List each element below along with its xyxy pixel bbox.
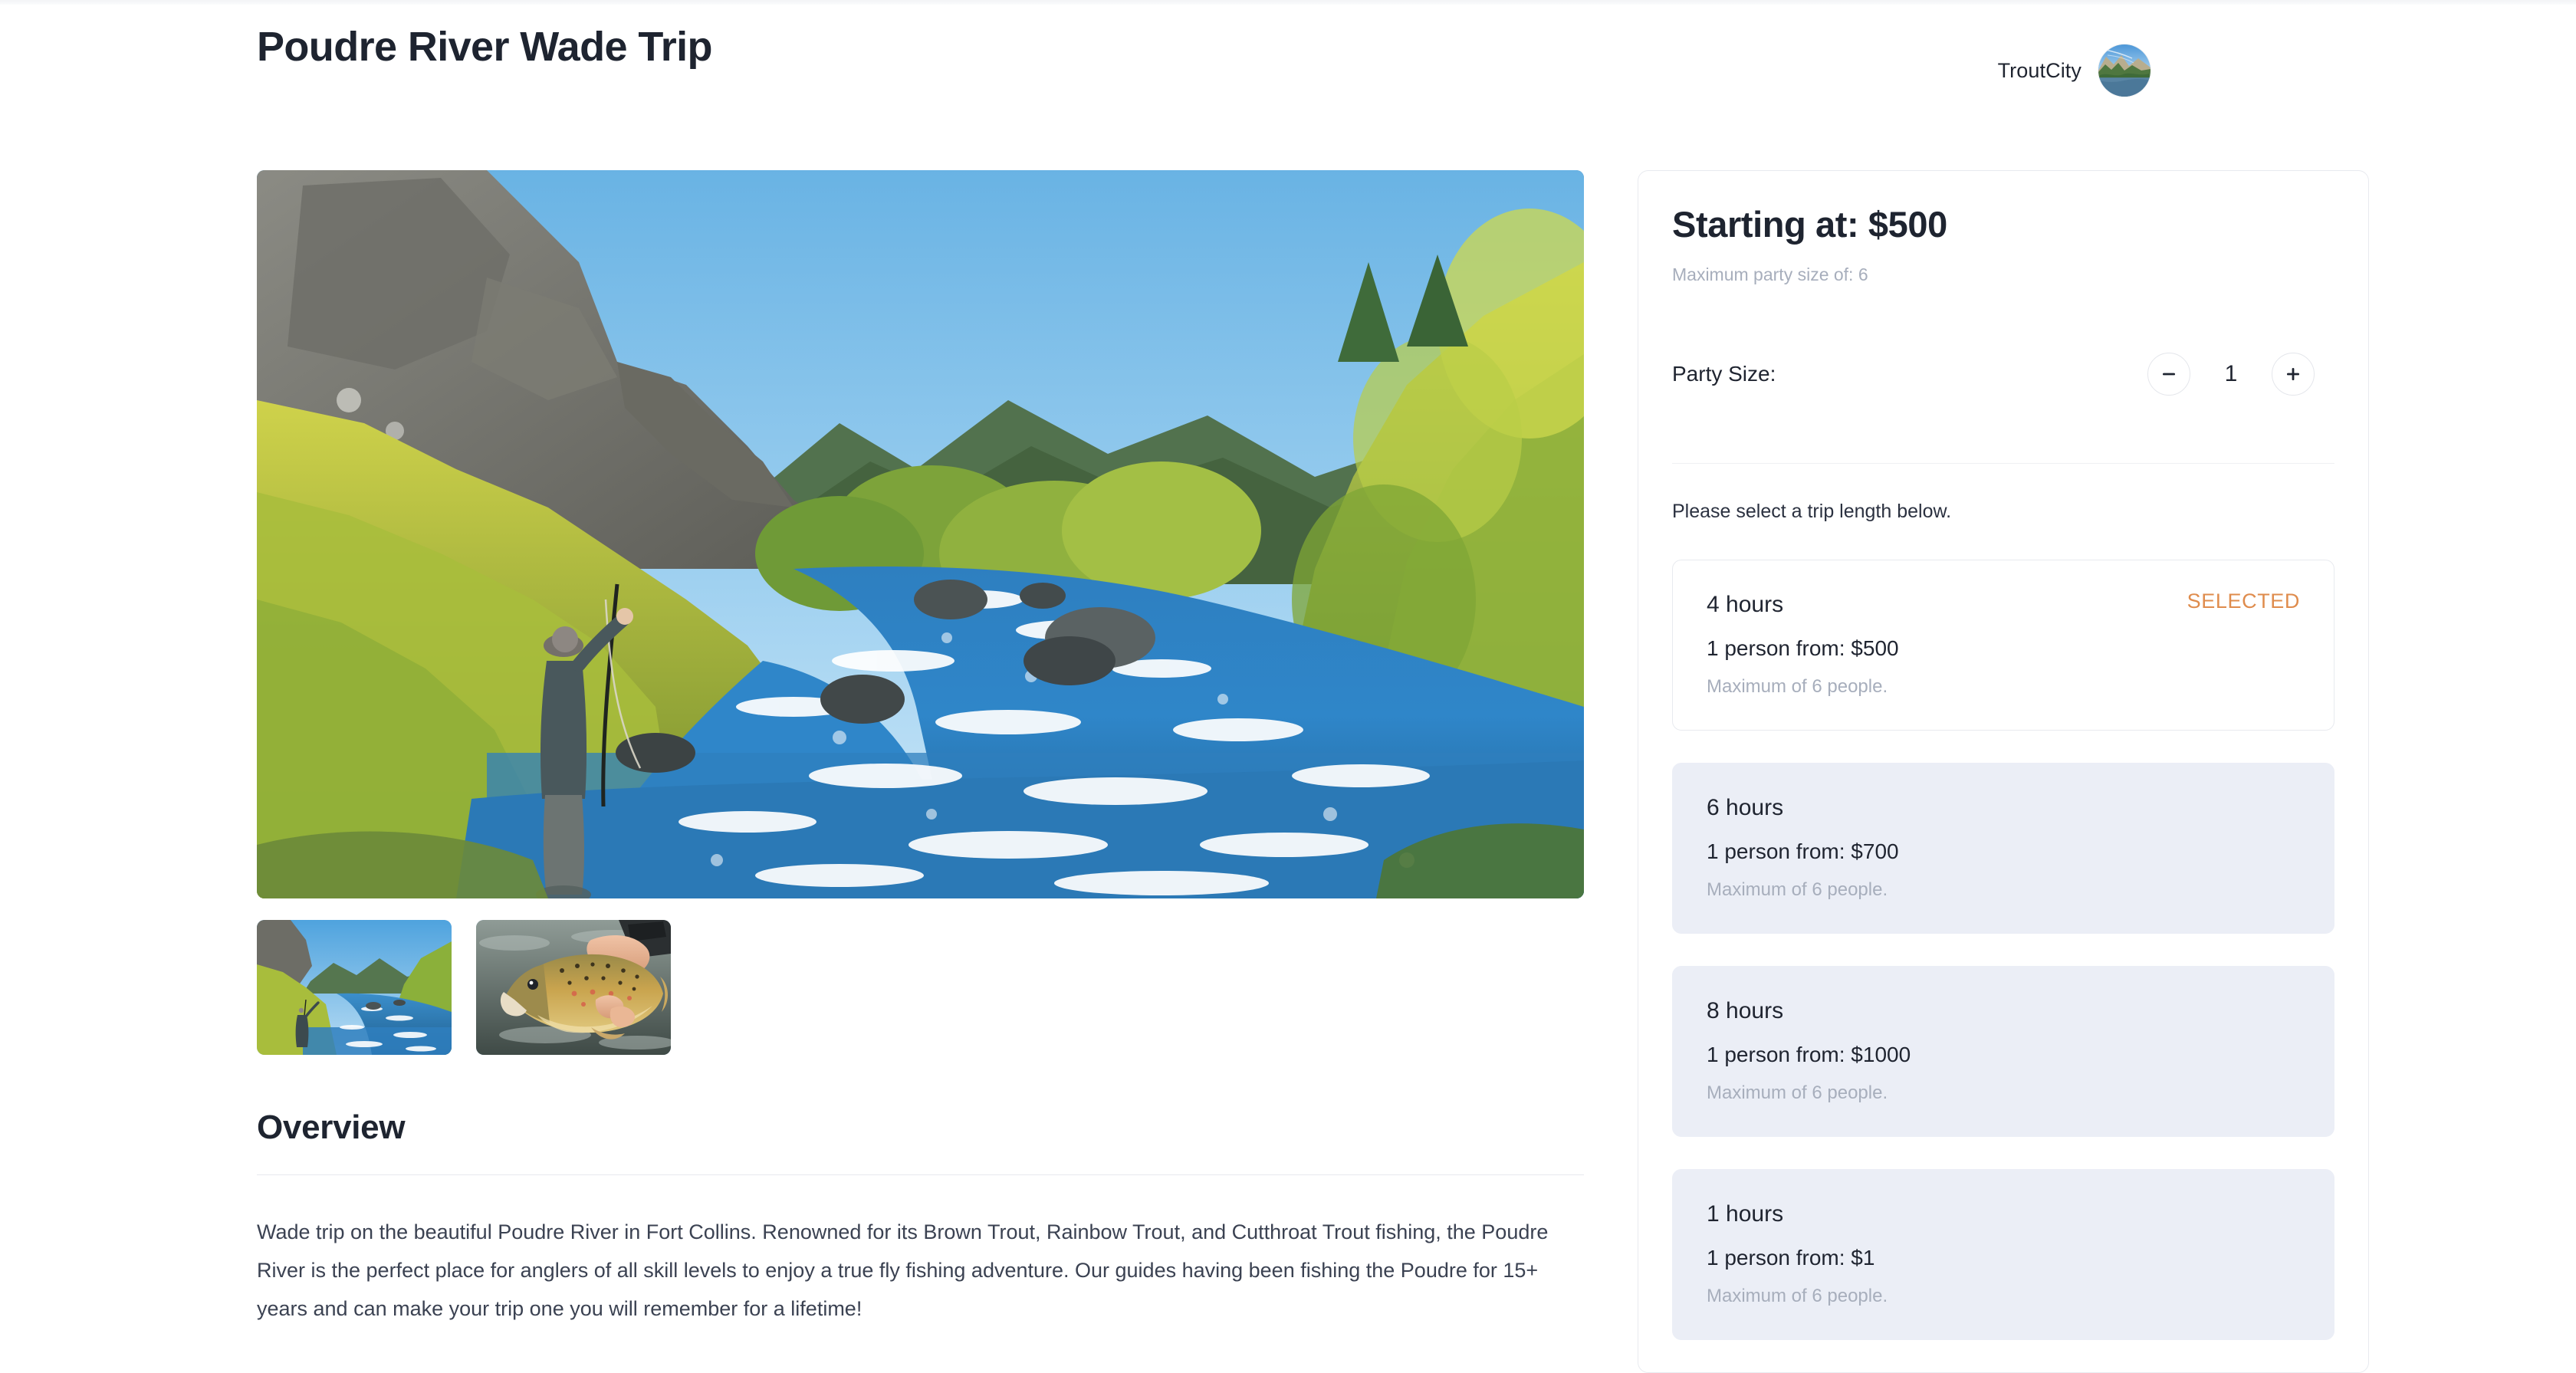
trip-media-and-overview: Overview Wade trip on the beautiful Poud… <box>257 170 1584 1349</box>
hero-image[interactable] <box>257 170 1584 898</box>
trip-option-price: 1 person from: $1 <box>1707 1246 1875 1270</box>
party-size-stepper: 1 <box>2147 353 2315 396</box>
overview-body-text: Wade trip on the beautiful Poudre River … <box>257 1220 1549 1320</box>
trip-option-duration: 8 hours <box>1707 998 1784 1024</box>
page-header: Poudre River Wade Trip TroutCity <box>257 17 2369 101</box>
page-title: Poudre River Wade Trip <box>257 24 713 70</box>
trip-length-hint: Please select a trip length below. <box>1672 501 1952 523</box>
thumbnail-1[interactable] <box>257 920 452 1055</box>
panel-divider <box>1672 463 2334 465</box>
trip-option-header: 1 hours <box>1707 1199 2300 1229</box>
viewport-top-edge <box>0 0 2576 5</box>
party-size-value: 1 <box>2224 361 2238 387</box>
trip-option-header: 8 hours <box>1707 996 2300 1026</box>
party-size-decrement-button[interactable] <box>2147 353 2190 396</box>
trip-option-duration: 1 hours <box>1707 1201 1784 1227</box>
minus-icon <box>2160 366 2177 383</box>
trip-option-duration: 4 hours <box>1707 592 1784 618</box>
trip-option-header: 4 hours SELECTED <box>1707 590 2300 619</box>
trip-option-8-hours[interactable]: 8 hours 1 person from: $1000 Maximum of … <box>1672 966 2334 1138</box>
overview-heading: Overview <box>257 1109 406 1146</box>
trip-option-price: 1 person from: $700 <box>1707 839 1899 864</box>
trip-option-header: 6 hours <box>1707 793 2300 823</box>
trip-option-price: 1 person from: $500 <box>1707 636 1899 661</box>
max-party-size-note: Maximum party size of: 6 <box>1672 264 1868 285</box>
trip-option-price: 1 person from: $1000 <box>1707 1043 1911 1067</box>
main-content: Overview Wade trip on the beautiful Poud… <box>257 170 2369 1373</box>
trip-option-max: Maximum of 6 people. <box>1707 879 1888 901</box>
status-badge: SELECTED <box>2187 590 2300 613</box>
trip-option-max: Maximum of 6 people. <box>1707 1286 1888 1307</box>
trip-detail-page: Poudre River Wade Trip TroutCity Overvie… <box>0 0 2576 1373</box>
trip-option-max: Maximum of 6 people. <box>1707 676 1888 698</box>
party-size-label: Party Size: <box>1672 362 1776 386</box>
trip-option-4-hours[interactable]: 4 hours SELECTED 1 person from: $500 Max… <box>1672 560 2334 731</box>
thumbnail-strip <box>257 920 1584 1055</box>
party-size-row: Party Size: 1 <box>1672 353 2334 396</box>
booking-panel: Starting at: $500 Maximum party size of:… <box>1638 170 2369 1373</box>
party-size-increment-button[interactable] <box>2272 353 2315 396</box>
brand-name-label: TroutCity <box>1997 58 2082 82</box>
avatar[interactable] <box>2098 44 2150 97</box>
brand-account-area[interactable]: TroutCity <box>1998 17 2369 97</box>
trip-option-1-hours[interactable]: 1 hours 1 person from: $1 Maximum of 6 p… <box>1672 1169 2334 1341</box>
plus-icon <box>2285 366 2302 383</box>
trip-option-max: Maximum of 6 people. <box>1707 1082 1888 1104</box>
trip-option-6-hours[interactable]: 6 hours 1 person from: $700 Maximum of 6… <box>1672 763 2334 934</box>
trip-option-duration: 6 hours <box>1707 795 1784 821</box>
overview-divider <box>257 1174 1584 1175</box>
thumbnail-2[interactable] <box>476 920 671 1055</box>
starting-price-heading: Starting at: $500 <box>1672 204 1947 245</box>
trip-length-options: 4 hours SELECTED 1 person from: $500 Max… <box>1672 560 2334 1341</box>
